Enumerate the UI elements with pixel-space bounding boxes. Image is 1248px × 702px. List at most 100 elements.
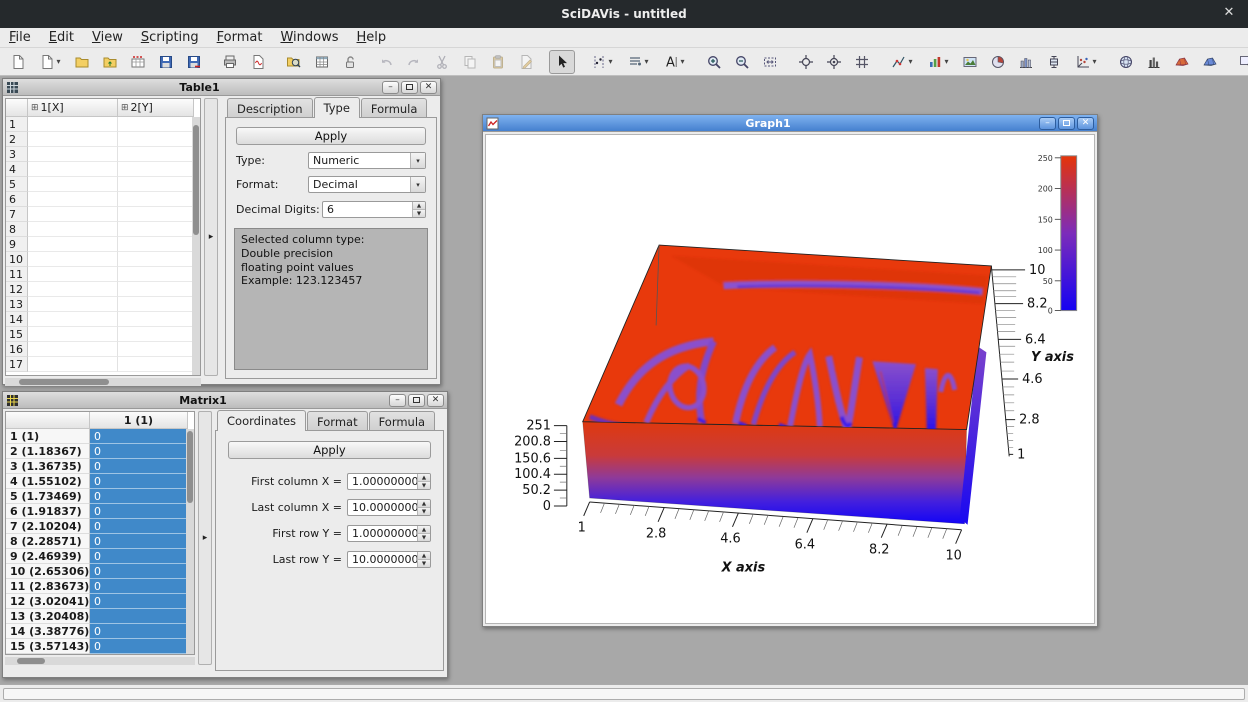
table-cell[interactable] — [28, 117, 118, 132]
select-data-range-icon[interactable]: ▾ — [585, 50, 619, 74]
table-cell[interactable] — [118, 297, 194, 312]
row-number[interactable]: 3 — [6, 147, 28, 162]
matrix-row-header[interactable]: 11 (2.83673) — [6, 579, 90, 594]
zoom-out-icon[interactable] — [729, 50, 755, 74]
export-pdf-icon[interactable] — [245, 50, 271, 74]
table-cell[interactable] — [118, 147, 194, 162]
row-number[interactable]: 4 — [6, 162, 28, 177]
data-reader-icon[interactable] — [821, 50, 847, 74]
table-cell[interactable] — [118, 312, 194, 327]
row-number[interactable]: 16 — [6, 342, 28, 357]
matrix-row-header[interactable]: 6 (1.91837) — [6, 504, 90, 519]
list-options-icon[interactable]: ▾ — [621, 50, 655, 74]
matrix-row-header[interactable]: 7 (2.10204) — [6, 519, 90, 534]
row-number[interactable]: 1 — [6, 117, 28, 132]
horizontal-scrollbar[interactable] — [5, 657, 195, 665]
matrix-row-header[interactable]: 15 (3.57143) — [6, 639, 90, 654]
spin-up-icon[interactable]: ▲ — [418, 552, 430, 560]
type-combobox[interactable]: Numeric ▾ — [308, 152, 426, 169]
table-cell[interactable] — [28, 357, 118, 372]
cut-icon[interactable] — [429, 50, 455, 74]
scrollbar-thumb[interactable] — [17, 658, 45, 664]
graph1-title-bar[interactable]: Graph1 – ✕ — [483, 115, 1097, 132]
plot-3d-surface-icon[interactable] — [1169, 50, 1195, 74]
close-icon[interactable]: ✕ — [1077, 117, 1094, 130]
last-row-y-spinbox[interactable]: 10.0000000( ▲▼ — [347, 551, 431, 568]
matrix-cell[interactable] — [90, 609, 188, 624]
project-explorer-icon[interactable] — [281, 50, 307, 74]
menu-format[interactable]: Format — [208, 28, 272, 47]
format-combobox[interactable]: Decimal ▾ — [308, 176, 426, 193]
table-cell[interactable] — [118, 222, 194, 237]
apply-button[interactable]: Apply — [228, 441, 431, 459]
corner-header-cell[interactable] — [6, 99, 28, 117]
menu-edit[interactable]: Edit — [40, 28, 83, 47]
table-cell[interactable] — [28, 267, 118, 282]
table-cell[interactable] — [28, 192, 118, 207]
results-log-icon[interactable] — [309, 50, 335, 74]
table-cell[interactable] — [28, 312, 118, 327]
tab-formula[interactable]: Formula — [369, 411, 436, 431]
vertical-scrollbar[interactable] — [192, 117, 200, 375]
move-points-icon[interactable] — [849, 50, 875, 74]
plot3d-canvas[interactable]: 251 200.8 150.6 100.4 50.2 0 1 2.8 4.6 6… — [485, 134, 1095, 624]
maximize-icon[interactable] — [1058, 117, 1075, 130]
table-cell[interactable] — [28, 282, 118, 297]
paste-icon[interactable] — [485, 50, 511, 74]
matrix-row-header[interactable]: 1 (1) — [6, 429, 90, 444]
row-number[interactable]: 5 — [6, 177, 28, 192]
chevron-down-icon[interactable]: ▾ — [410, 177, 425, 192]
matrix-cell[interactable]: 0 — [90, 549, 188, 564]
row-number[interactable]: 17 — [6, 357, 28, 372]
spin-up-icon[interactable]: ▲ — [418, 526, 430, 534]
tab-formula[interactable]: Formula — [361, 98, 428, 118]
scrollbar-thumb[interactable] — [19, 379, 109, 385]
table-cell[interactable] — [118, 237, 194, 252]
table-cell[interactable] — [28, 147, 118, 162]
import-ascii-icon[interactable] — [125, 50, 151, 74]
close-icon[interactable]: ✕ — [420, 81, 437, 94]
undo-icon[interactable] — [373, 50, 399, 74]
table-cell[interactable] — [118, 192, 194, 207]
matrix-cell[interactable]: 0 — [90, 579, 188, 594]
tab-format[interactable]: Format — [307, 411, 368, 431]
table-cell[interactable] — [118, 117, 194, 132]
row-number[interactable]: 14 — [6, 312, 28, 327]
minimize-icon[interactable]: – — [382, 81, 399, 94]
matrix-cell[interactable]: 0 — [90, 564, 188, 579]
matrix-row-header[interactable]: 4 (1.55102) — [6, 474, 90, 489]
row-number[interactable]: 9 — [6, 237, 28, 252]
matrix-cell[interactable]: 0 — [90, 534, 188, 549]
vertical-scrollbar[interactable] — [186, 429, 194, 654]
table-cell[interactable] — [28, 132, 118, 147]
spin-up-icon[interactable]: ▲ — [418, 500, 430, 508]
table-cell[interactable] — [28, 342, 118, 357]
open-template-icon[interactable] — [97, 50, 123, 74]
tab-description[interactable]: Description — [227, 98, 313, 118]
matrix-row-header[interactable]: 2 (1.18367) — [6, 444, 90, 459]
column-header-2y[interactable]: ⊞2[Y] — [118, 99, 194, 117]
rescale-icon[interactable] — [757, 50, 783, 74]
add-text-icon[interactable]: A▾ — [657, 50, 691, 74]
table-cell[interactable] — [118, 207, 194, 222]
plot-bar-icon[interactable]: ▾ — [921, 50, 955, 74]
close-icon[interactable]: ✕ — [1220, 5, 1238, 20]
table-cell[interactable] — [28, 207, 118, 222]
plot-3d-scatter-icon[interactable]: ▾ — [1069, 50, 1103, 74]
matrix-row-header[interactable]: 3 (1.36735) — [6, 459, 90, 474]
screen-reader-icon[interactable] — [793, 50, 819, 74]
table-cell[interactable] — [28, 222, 118, 237]
plot-3d-sphere-icon[interactable] — [1113, 50, 1139, 74]
table-cell[interactable] — [28, 177, 118, 192]
matrix-cell[interactable]: 0 — [90, 489, 188, 504]
lock-toolbars-icon[interactable] — [337, 50, 363, 74]
chevron-down-icon[interactable]: ▾ — [410, 153, 425, 168]
matrix-cell[interactable]: 0 — [90, 444, 188, 459]
tab-coordinates[interactable]: Coordinates — [217, 410, 306, 431]
table-cell[interactable] — [118, 177, 194, 192]
menu-help[interactable]: Help — [348, 28, 396, 47]
minimize-icon[interactable]: – — [389, 394, 406, 407]
save-project-icon[interactable] — [153, 50, 179, 74]
matrix-cell[interactable]: 0 — [90, 429, 188, 444]
minimize-icon[interactable]: – — [1039, 117, 1056, 130]
